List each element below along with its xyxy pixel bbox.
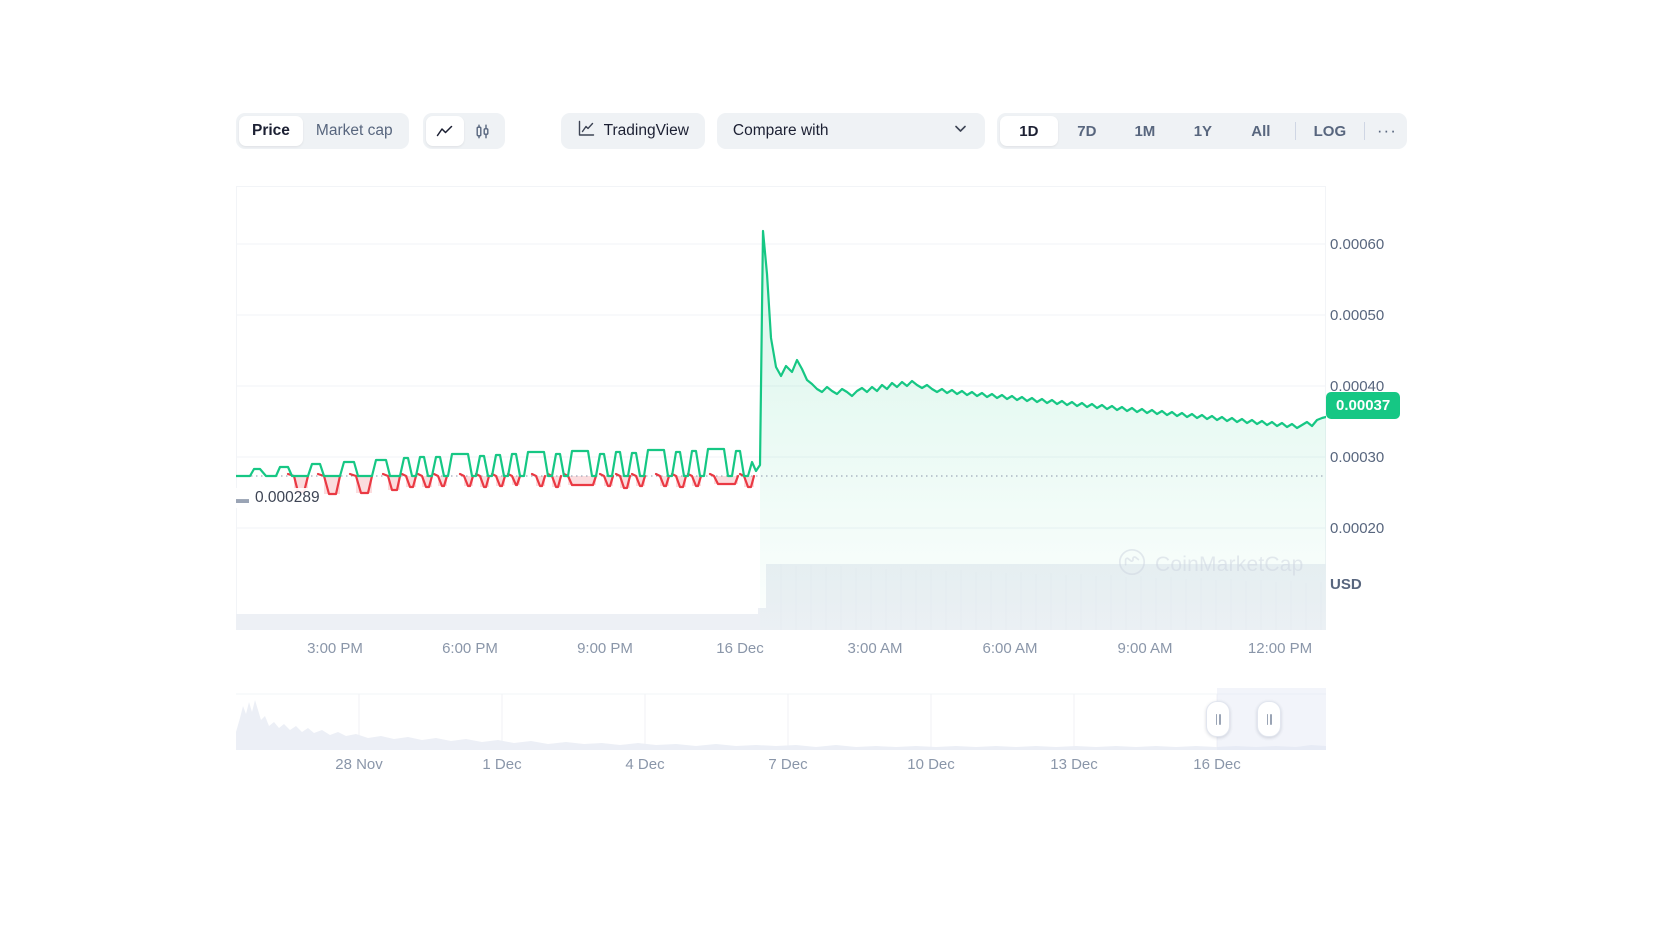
tradingview-label: TradingView (603, 122, 689, 139)
y-tick-1: 0.00050 (1330, 307, 1385, 324)
x-tick-7: 12:00 PM (1247, 640, 1313, 657)
currency-label: USD (1330, 576, 1362, 593)
chart-page: Price Market cap TradingView Compare wit… (0, 0, 1680, 944)
x-tick-0: 3:00 PM (307, 640, 363, 657)
x-tick-4: 3:00 AM (847, 640, 903, 657)
navigator-handle-left[interactable] (1206, 701, 1230, 737)
coinmarketcap-watermark: CoinMarketCap (1118, 548, 1304, 581)
candlestick-chart-icon[interactable] (464, 116, 502, 146)
x-tick-6: 9:00 AM (1117, 640, 1173, 657)
navigator-mini-chart (236, 693, 1326, 750)
range-7d[interactable]: 7D (1058, 116, 1116, 146)
toolbar-divider-2 (1363, 122, 1365, 140)
range-navigator[interactable] (236, 688, 1326, 750)
range-1d[interactable]: 1D (999, 116, 1058, 146)
range-1m[interactable]: 1M (1116, 116, 1174, 146)
nav-tick-2: 4 Dec (625, 756, 665, 773)
tradingview-icon (577, 119, 596, 143)
nav-tick-3: 7 Dec (768, 756, 808, 773)
y-tick-0: 0.00060 (1330, 236, 1385, 253)
chevron-down-icon (952, 120, 969, 142)
tab-market-cap[interactable]: Market cap (303, 116, 406, 146)
range-1y[interactable]: 1Y (1174, 116, 1232, 146)
more-options-button[interactable]: ··· (1370, 116, 1404, 146)
nav-tick-0: 28 Nov (335, 756, 383, 773)
compare-with-dropdown[interactable]: Compare with (716, 113, 985, 149)
x-tick-1: 6:00 PM (442, 640, 498, 657)
time-range-group: 1D 7D 1M 1Y All LOG ··· (996, 113, 1407, 149)
nav-tick-1: 1 Dec (482, 756, 522, 773)
x-tick-5: 6:00 AM (982, 640, 1038, 657)
toolbar-divider-1 (1294, 122, 1296, 140)
x-tick-3: 16 Dec (716, 640, 764, 657)
handle-grip-icon (1219, 713, 1221, 725)
range-all[interactable]: All (1232, 116, 1290, 146)
reference-price-marker-icon: ▬ (236, 490, 249, 506)
y-axis: 0.00060 0.00050 0.00040 0.00037 0.00030 … (1326, 186, 1440, 646)
handle-grip-icon (1270, 713, 1272, 725)
compare-with-label: Compare with (732, 122, 829, 139)
y-tick-3: 0.00030 (1330, 449, 1385, 466)
coinmarketcap-logo-icon (1118, 548, 1146, 581)
nav-tick-4: 10 Dec (907, 756, 955, 773)
navigator-area (236, 700, 1326, 750)
navigator-x-axis: 28 Nov 1 Dec 4 Dec 7 Dec 10 Dec 13 Dec 1… (236, 756, 1326, 780)
handle-grip-icon (1266, 713, 1268, 725)
metric-toggle-group: Price Market cap (236, 113, 409, 149)
x-tick-2: 9:00 PM (577, 640, 633, 657)
tab-price[interactable]: Price (239, 116, 303, 146)
nav-tick-6: 16 Dec (1193, 756, 1241, 773)
handle-grip-icon (1215, 713, 1217, 725)
chart-type-group (422, 113, 505, 149)
reference-price-value: 0.000289 (255, 489, 320, 506)
reference-price-tag: ▬ 0.000289 (232, 488, 324, 508)
y-tick-4: 0.00020 (1330, 520, 1385, 537)
nav-tick-5: 13 Dec (1050, 756, 1098, 773)
navigator-handle-right[interactable] (1257, 701, 1281, 737)
chart-toolbar: Price Market cap TradingView Compare wit… (236, 110, 1408, 152)
tradingview-button[interactable]: TradingView (560, 113, 705, 149)
coinmarketcap-watermark-text: CoinMarketCap (1155, 552, 1304, 576)
x-axis: 3:00 PM 6:00 PM 9:00 PM 16 Dec 3:00 AM 6… (236, 640, 1326, 664)
current-price-badge: 0.00037 (1326, 392, 1401, 419)
line-chart-icon[interactable] (425, 116, 464, 146)
log-scale-toggle[interactable]: LOG (1301, 116, 1359, 146)
